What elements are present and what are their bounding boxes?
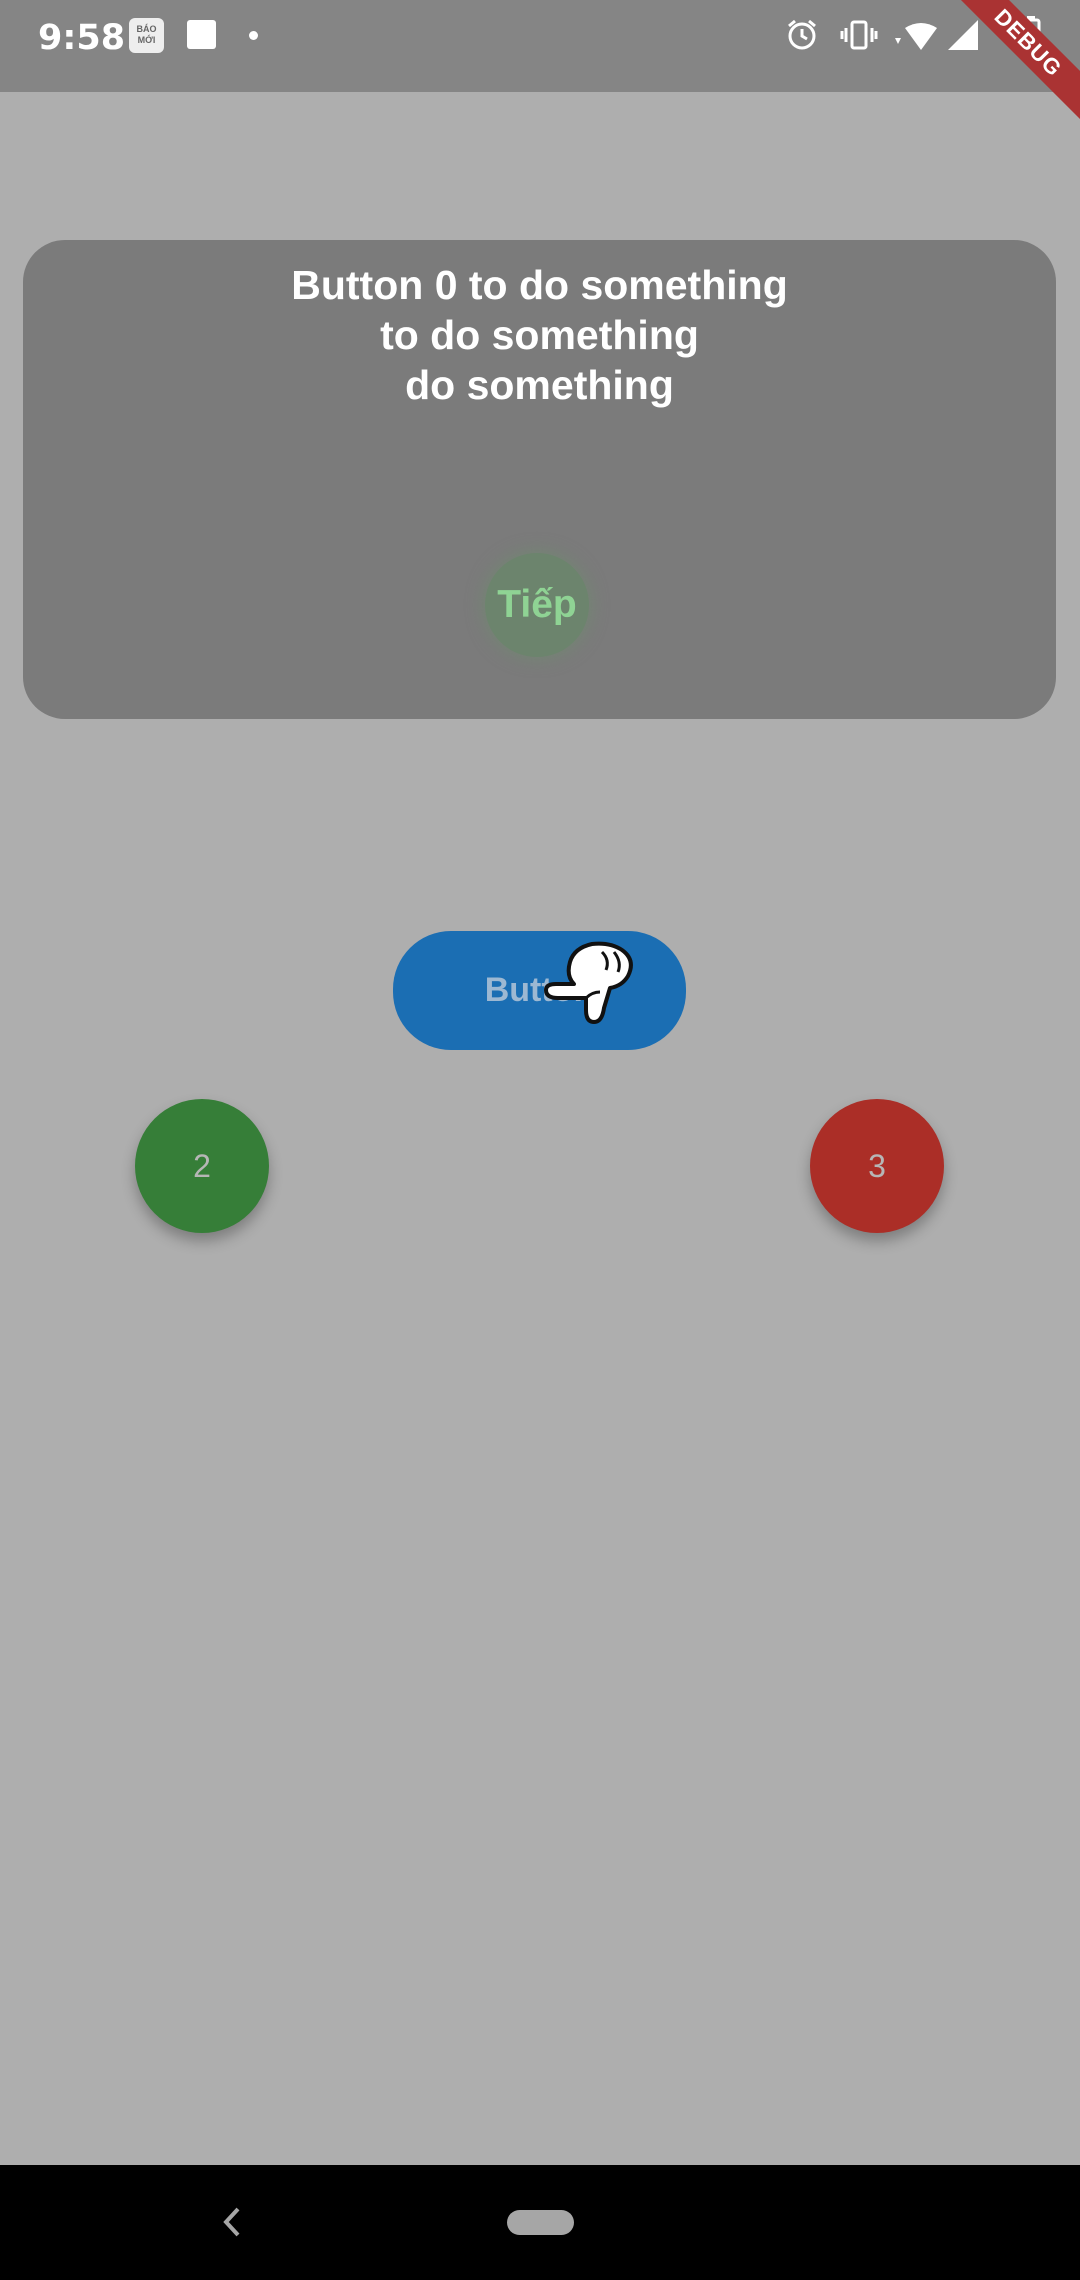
back-icon[interactable] — [218, 2205, 244, 2239]
status-time: 9:58 — [38, 18, 126, 58]
more-notifications-dot-icon — [249, 31, 258, 40]
fab-3-label: 3 — [868, 1147, 886, 1184]
fab-2[interactable]: 2 — [135, 1099, 269, 1233]
home-pill[interactable] — [507, 2210, 574, 2235]
fab-3[interactable]: 3 — [810, 1099, 944, 1233]
status-bar: 9:58 BÁO MỚI — [0, 0, 1080, 92]
alarm-icon — [788, 19, 816, 50]
signal-icon — [948, 20, 978, 50]
square-notification-icon — [187, 20, 216, 49]
coach-title: Button 0 to do something to do something… — [291, 262, 788, 408]
vibrate-icon — [840, 20, 878, 50]
next-button[interactable]: Tiếp — [485, 553, 589, 657]
pointing-hand-icon — [544, 941, 633, 1024]
coach-card: Button 0 to do something to do something… — [23, 240, 1056, 719]
fab-2-label: 2 — [193, 1147, 211, 1184]
next-button-label: Tiếp — [497, 583, 577, 626]
news-app-icon: BÁO MỚI — [129, 18, 164, 53]
wifi-icon — [895, 23, 937, 50]
